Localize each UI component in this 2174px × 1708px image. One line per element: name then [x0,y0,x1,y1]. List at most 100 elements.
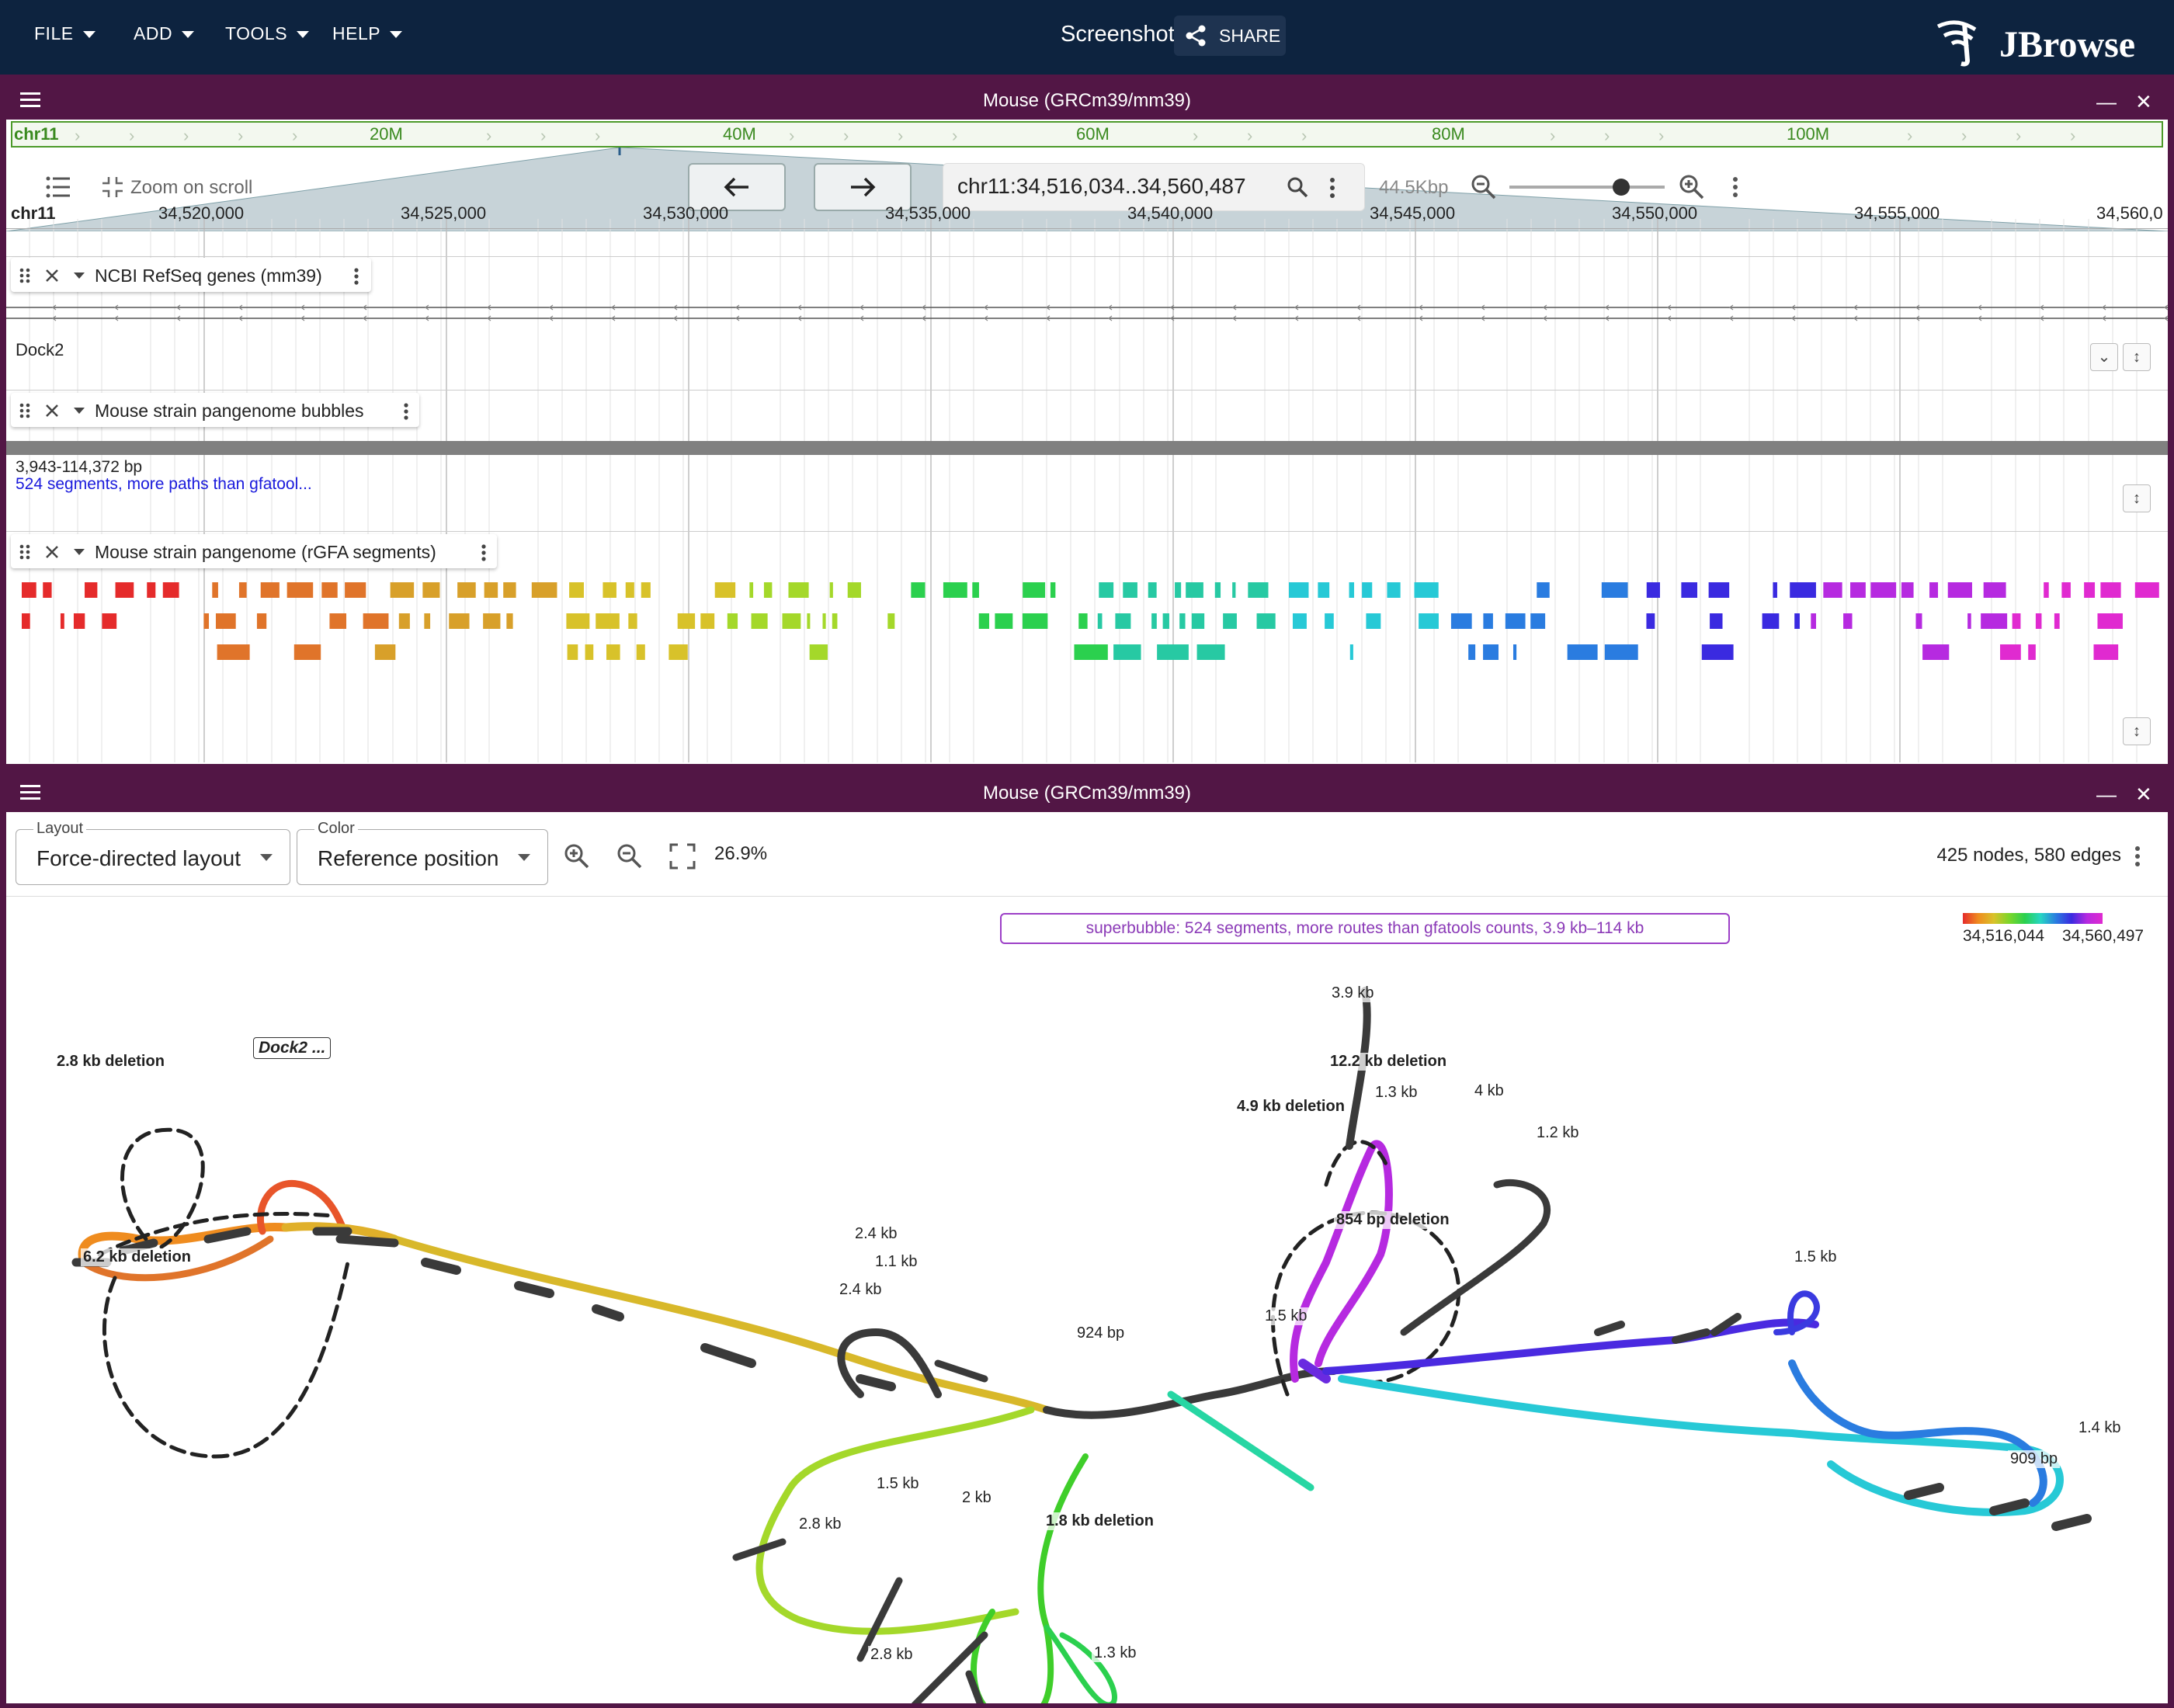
segment-block[interactable] [1646,613,1655,629]
segment-block[interactable] [1214,582,1221,598]
track-selector-icon[interactable] [45,175,71,199]
segment-block[interactable] [60,613,64,629]
segment-block[interactable] [887,613,895,629]
segment-block[interactable] [1512,644,1517,660]
pangenome-graph[interactable] [6,897,2168,1703]
segment-block[interactable] [1292,613,1307,629]
segment-block[interactable] [102,613,117,629]
segment-block[interactable] [212,582,218,598]
segment-block[interactable] [641,582,651,598]
menu-add[interactable]: ADD [134,23,195,44]
chevron-down-icon[interactable] [73,272,85,279]
segment-block[interactable] [1811,613,1817,629]
segment-block[interactable] [1708,582,1730,598]
segment-block[interactable] [1349,644,1353,660]
segment-block[interactable] [1148,582,1157,598]
segment-block[interactable] [1604,644,1638,660]
minimize-icon[interactable]: — [2096,783,2117,807]
track-menu-icon[interactable] [480,543,488,562]
rgfa-segments[interactable] [6,581,2168,674]
segment-block[interactable] [1074,644,1108,660]
segment-block[interactable] [911,582,926,598]
segment-block[interactable] [1468,644,1476,660]
segment-block[interactable] [829,582,833,598]
segment-block[interactable] [1232,582,1236,598]
segment-block[interactable] [506,613,513,629]
segment-block[interactable] [2093,644,2119,660]
search-icon[interactable] [1287,176,1308,198]
chevron-down-icon[interactable] [73,407,85,415]
segment-block[interactable] [1362,582,1373,598]
segment-block[interactable] [321,582,338,598]
zoom-slider[interactable] [1509,179,1665,196]
segment-block[interactable] [1870,582,1897,598]
segment-block[interactable] [422,582,440,598]
segment-block[interactable] [2134,582,2159,598]
segment-block[interactable] [566,613,590,629]
segment-block[interactable] [162,582,179,598]
segment-block[interactable] [73,613,85,629]
segment-block[interactable] [763,582,773,598]
segment-block[interactable] [1947,582,1972,598]
zoom-on-scroll-icon[interactable] [101,175,124,199]
segment-block[interactable] [238,582,247,598]
segment-block[interactable] [287,582,314,598]
drag-handle-icon[interactable] [19,543,31,561]
zoom-slider-thumb[interactable] [1613,179,1630,196]
segment-block[interactable] [2100,582,2121,598]
segment-block[interactable] [1901,582,1914,598]
segment-block[interactable] [2035,613,2042,629]
segment-block[interactable] [1922,644,1950,660]
segment-block[interactable] [363,613,389,629]
track-label-bubbles[interactable]: Mouse strain pangenome bubbles [11,393,419,427]
segment-block[interactable] [1967,613,1971,629]
close-track-icon[interactable] [45,269,59,283]
segment-block[interactable] [807,613,811,629]
segment-block[interactable] [483,613,501,629]
segment-block[interactable] [1843,613,1853,629]
fit-to-view-icon[interactable] [669,843,696,870]
segment-block[interactable] [390,582,415,598]
close-icon[interactable]: ✕ [2135,90,2152,114]
segment-block[interactable] [832,613,838,629]
segment-block[interactable] [2084,582,2096,598]
segment-block[interactable] [1318,582,1330,598]
segment-block[interactable] [2028,644,2036,660]
track-label-refseq[interactable]: NCBI RefSeq genes (mm39) [11,258,371,292]
segment-block[interactable] [809,644,828,660]
segment-block[interactable] [1325,613,1334,629]
segment-block[interactable] [636,644,645,660]
segment-block[interactable] [628,613,637,629]
segment-block[interactable] [1773,582,1777,598]
chevron-down-icon[interactable] [73,548,85,556]
segment-block[interactable] [677,613,696,629]
collapse-icon[interactable]: ⌄ [2090,343,2118,371]
segment-block[interactable] [1123,582,1137,598]
segment-block[interactable] [847,582,861,598]
segment-block[interactable] [782,613,801,629]
segment-block[interactable] [503,582,516,598]
segment-block[interactable] [1601,582,1628,598]
graph-menu-icon[interactable] [2134,845,2141,868]
dock2-graph-label[interactable]: Dock2 ... [253,1037,332,1059]
segment-block[interactable] [345,582,366,598]
segment-block[interactable] [1162,613,1169,629]
layout-select[interactable]: Layout Force-directed layout [16,820,290,885]
segment-block[interactable] [1175,582,1182,598]
track-menu-icon[interactable] [402,402,410,421]
drag-handle-icon[interactable] [19,402,31,419]
segment-block[interactable] [2061,582,2071,598]
segment-block[interactable] [822,613,826,629]
dock2-gene-feature[interactable] [6,300,2168,323]
segment-block[interactable] [1113,644,1141,660]
color-select[interactable]: Color Reference position [297,820,548,885]
segment-block[interactable] [1567,644,1598,660]
menu-tools[interactable]: TOOLS [225,23,310,44]
resize-icon[interactable]: ↕ [2123,484,2151,512]
segment-block[interactable] [569,582,584,598]
segment-block[interactable] [1366,613,1381,629]
menu-help[interactable]: HELP [332,23,403,44]
segment-block[interactable] [2044,582,2049,598]
segment-block[interactable] [1419,613,1439,629]
close-icon[interactable]: ✕ [2135,783,2152,807]
